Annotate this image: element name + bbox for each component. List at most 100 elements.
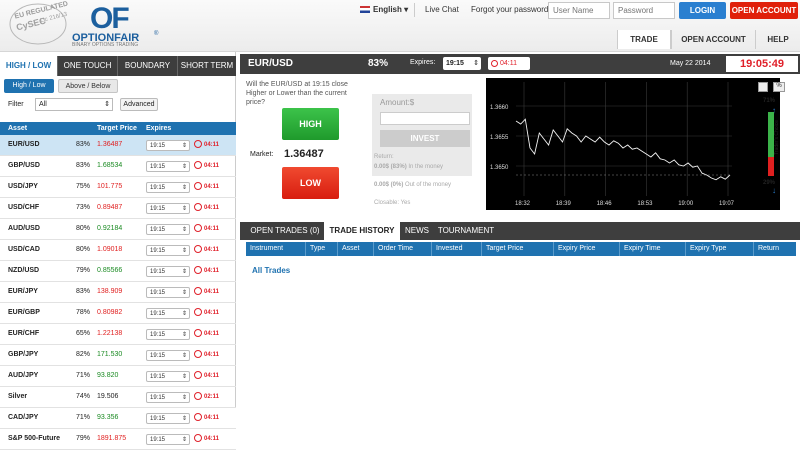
asset-expiry-select[interactable]: 19:15 ⇕	[146, 287, 190, 298]
low-button[interactable]: LOW	[282, 167, 339, 199]
asset-expiry-select[interactable]: 19:15 ⇕	[146, 140, 190, 151]
filter-row: Filter All ⇕ Advanced	[0, 98, 236, 114]
tab-high-low[interactable]: HIGH / LOW	[0, 56, 58, 76]
x-tick-label: 18:32	[515, 201, 531, 207]
asset-row[interactable]: S&P 500-Future 79% 1891.875 19:15 ⇕ 04:11	[0, 429, 236, 450]
asset-expiry-value: 19:15	[150, 395, 166, 401]
asset-expiry-select[interactable]: 19:15 ⇕	[146, 161, 190, 172]
asset-expiry-value: 19:15	[150, 227, 166, 233]
asset-row[interactable]: AUD/USD 80% 0.92184 19:15 ⇕ 04:11	[0, 219, 236, 240]
asset-expiry-select[interactable]: 19:15 ⇕	[146, 392, 190, 403]
asset-expiry-select[interactable]: 19:15 ⇕	[146, 182, 190, 193]
tab-open-trades[interactable]: OPEN TRADES (0)	[246, 222, 324, 240]
asset-countdown-value: 04:11	[204, 310, 220, 316]
asset-row[interactable]: EUR/CHF 65% 1.22138 19:15 ⇕ 04:11	[0, 324, 236, 345]
trade-question: Will the EUR/USD at 19:15 close Higher o…	[246, 81, 348, 106]
filter-select[interactable]: All ⇕	[35, 98, 113, 111]
asset-name: EUR/CHF	[8, 330, 40, 337]
asset-row[interactable]: EUR/USD 83% 1.36487 19:15 ⇕ 04:11	[0, 135, 236, 156]
asset-expiry-value: 19:15	[150, 143, 166, 149]
x-tick-label: 18:53	[637, 201, 653, 207]
asset-expiry-value: 19:15	[150, 185, 166, 191]
percent-toggle-icon[interactable]: %	[773, 82, 785, 92]
expiry-select[interactable]: 19:15 ⇕	[443, 57, 481, 70]
asset-countdown-value: 04:11	[204, 268, 220, 274]
site-logo[interactable]: EU REGULATED CySEC Lic 216/13 OF OPTIONF…	[6, 0, 186, 48]
advanced-button[interactable]: Advanced	[120, 98, 158, 111]
asset-expiry-value: 19:15	[150, 311, 166, 317]
header-expires: Expires	[146, 125, 172, 132]
forgot-password-link[interactable]: Forgot your password?	[471, 5, 553, 14]
live-chat-link[interactable]: Live Chat	[425, 5, 459, 14]
asset-row[interactable]: EUR/JPY 83% 138.909 19:15 ⇕ 04:11	[0, 282, 236, 303]
asset-expiry-select[interactable]: 19:15 ⇕	[146, 350, 190, 361]
asset-name: CAD/JPY	[8, 414, 39, 421]
asset-target-price: 93.356	[97, 414, 119, 421]
asset-row[interactable]: AUD/JPY 71% 93.820 19:15 ⇕ 04:11	[0, 366, 236, 387]
asset-expiry-select[interactable]: 19:15 ⇕	[146, 224, 190, 235]
asset-row[interactable]: Silver 74% 19.506 19:15 ⇕ 02:11	[0, 387, 236, 408]
tab-one-touch[interactable]: ONE TOUCH	[58, 56, 118, 76]
asset-table-header: Asset Target Price Expires	[0, 122, 236, 135]
asset-name: EUR/GBP	[8, 309, 40, 316]
high-button[interactable]: HIGH	[282, 108, 339, 140]
countdown-value: 04:11	[500, 60, 517, 67]
asset-row[interactable]: USD/CAD 80% 1.09018 19:15 ⇕ 04:11	[0, 240, 236, 261]
password-input[interactable]	[613, 2, 675, 19]
nav-tab-trade[interactable]: TRADE	[617, 30, 671, 49]
asset-row[interactable]: GBP/JPY 82% 171.530 19:15 ⇕ 04:11	[0, 345, 236, 366]
asset-countdown-value: 04:11	[204, 415, 220, 421]
nav-tab-help[interactable]: HELP	[755, 30, 800, 49]
asset-expiry-select[interactable]: 19:15 ⇕	[146, 266, 190, 277]
select-arrow-icon: ⇕	[181, 437, 187, 443]
login-button[interactable]: LOGIN	[679, 2, 726, 19]
asset-row[interactable]: CAD/JPY 71% 93.356 19:15 ⇕ 04:11	[0, 408, 236, 429]
nav-tab-open-account[interactable]: OPEN ACCOUNT	[671, 30, 755, 49]
asset-payout: 83%	[76, 288, 91, 295]
asset-expiry-select[interactable]: 19:15 ⇕	[146, 413, 190, 424]
tab-news[interactable]: NEWS	[400, 222, 434, 240]
asset-expiry-select[interactable]: 19:15 ⇕	[146, 308, 190, 319]
asset-expiry-select[interactable]: 19:15 ⇕	[146, 329, 190, 340]
chart-type-icon[interactable]	[758, 82, 768, 92]
asset-row[interactable]: USD/CHF 73% 0.89487 19:15 ⇕ 04:11	[0, 198, 236, 219]
asset-expiry-select[interactable]: 19:15 ⇕	[146, 245, 190, 256]
clock-icon	[194, 266, 202, 275]
tab-boundary[interactable]: BOUNDARY	[118, 56, 178, 76]
clock-icon	[194, 203, 202, 212]
asset-expiry-select[interactable]: 19:15 ⇕	[146, 434, 190, 445]
tab-trade-history[interactable]: TRADE HISTORY	[324, 222, 400, 240]
asset-target-price: 138.909	[97, 288, 123, 295]
asset-row[interactable]: GBP/USD 83% 1.68534 19:15 ⇕ 04:11	[0, 156, 236, 177]
select-arrow-icon: ⇕	[181, 269, 187, 275]
history-table-header: Instrument Type Asset Order Time Investe…	[246, 242, 796, 256]
all-trades-link[interactable]: All Trades	[252, 266, 290, 275]
select-arrow-icon: ⇕	[473, 60, 479, 67]
subtype-above-below[interactable]: Above / Below	[58, 79, 118, 93]
asset-expiry-select[interactable]: 19:15 ⇕	[146, 371, 190, 382]
asset-countdown: 04:11	[194, 345, 219, 365]
asset-row[interactable]: EUR/GBP 78% 0.80982 19:15 ⇕ 04:11	[0, 303, 236, 324]
invest-button[interactable]: INVEST	[380, 130, 470, 147]
asset-row[interactable]: NZD/USD 79% 0.85566 19:15 ⇕ 04:11	[0, 261, 236, 282]
tab-short-term[interactable]: SHORT TERM	[178, 56, 236, 76]
subtype-high-low[interactable]: High / Low	[4, 79, 54, 93]
amount-input[interactable]	[380, 112, 470, 125]
asset-countdown-value: 04:11	[204, 436, 220, 442]
asset-payout: 82%	[76, 351, 91, 358]
col-type: Type	[306, 242, 338, 256]
asset-row[interactable]: USD/JPY 75% 101.775 19:15 ⇕ 04:11	[0, 177, 236, 198]
asset-expiry-value: 19:15	[150, 269, 166, 275]
select-arrow-icon: ⇕	[181, 311, 187, 317]
language-selector[interactable]: English ▾	[373, 5, 408, 14]
clock-icon	[194, 224, 202, 233]
username-input[interactable]	[548, 2, 610, 19]
x-tick-label: 19:00	[678, 201, 694, 207]
asset-countdown: 04:11	[194, 429, 219, 449]
asset-expiry-select[interactable]: 19:15 ⇕	[146, 203, 190, 214]
tab-tournament[interactable]: TOURNAMENT	[434, 222, 498, 240]
col-expiry-price: Expiry Price	[554, 242, 620, 256]
open-account-button[interactable]: OPEN ACCOUNT	[730, 2, 798, 19]
logo-registered: ®	[154, 31, 159, 37]
clock-icon	[194, 182, 202, 191]
